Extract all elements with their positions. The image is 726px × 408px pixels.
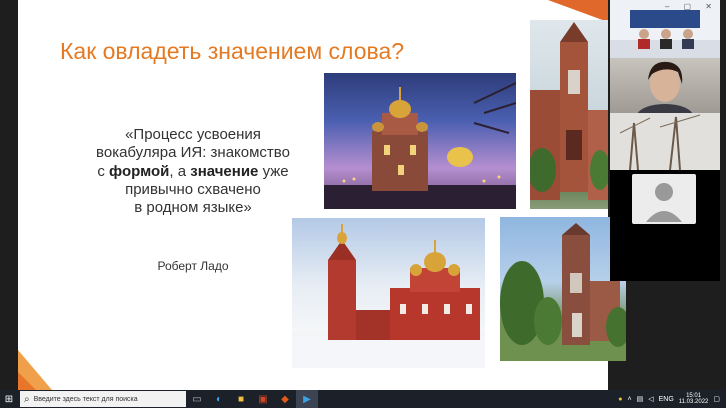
quote-bold-form: формой [109, 162, 170, 180]
taskbar-app-explorer[interactable]: ■ [230, 390, 252, 408]
taskbar-app-edge[interactable]: ◐ [208, 390, 230, 408]
photo-brick-church [530, 20, 608, 209]
quote-line-4: привычно схвачено [125, 180, 261, 198]
taskbar-app-orange[interactable]: ◆ [274, 390, 296, 408]
task-view-icon: ▭ [192, 393, 202, 405]
photo-church-dusk [324, 73, 516, 209]
clock-date: 11.03.2022 [678, 399, 709, 405]
participant-tile-conference-room[interactable]: – ▢ ✕ [610, 0, 720, 58]
slide-quote: «Процесс усвоения вокабуляра ИЯ: знакомс… [78, 126, 308, 217]
screen: Как овладеть значением слова? «Процесс у… [0, 0, 726, 408]
weather-icon[interactable]: ● [618, 396, 622, 403]
clock-time: 15:01 [686, 392, 702, 399]
quote-line-5: в родном языке» [134, 199, 252, 217]
windows-taskbar: ⊞ ⌕ Введите здесь текст для поиска ▭ ◐ ■… [0, 390, 726, 408]
quote-line-3-mid: , а [169, 162, 191, 180]
app-icon: ◆ [281, 393, 289, 405]
window-controls[interactable]: – ▢ ✕ [665, 2, 718, 11]
photo-church-trees [500, 217, 626, 361]
slide-decoration-top [548, 0, 608, 22]
quote-line-1: «Процесс усвоения [125, 126, 261, 143]
quote-line-2: вокабуляра ИЯ: знакомство [96, 144, 290, 162]
room-background-video [610, 113, 720, 170]
clock[interactable]: 15:01 11.03.2022 [679, 393, 709, 406]
church-winter-illustration [292, 224, 485, 368]
edge-icon: ◐ [215, 393, 223, 405]
taskbar-search-box[interactable]: ⌕ Введите здесь текст для поиска [20, 391, 186, 407]
speaker-video [637, 61, 693, 113]
start-button[interactable]: ⊞ [0, 390, 18, 408]
search-placeholder: Введите здесь текст для поиска [33, 395, 138, 403]
powerpoint-icon: ▣ [258, 393, 268, 405]
church-trees-illustration [500, 223, 626, 361]
participant-tile-no-video[interactable] [610, 170, 720, 227]
chevron-up-icon[interactable]: ˄ [628, 396, 632, 403]
participant-tile-speaker[interactable] [610, 58, 720, 113]
slide-title: Как овладеть значением слова? [60, 38, 405, 64]
network-icon[interactable]: ▤ [637, 395, 644, 403]
quote-author: Роберт Ладо [157, 259, 229, 273]
slide-decoration-bottom-inner [18, 372, 36, 390]
volume-icon[interactable]: ◁ [648, 395, 653, 403]
task-view-button[interactable]: ▭ [186, 390, 208, 408]
church-dusk-illustration [324, 82, 516, 209]
photo-church-winter [292, 218, 485, 368]
quote-line-3-pre: с [97, 162, 110, 180]
windows-logo-icon: ⊞ [4, 393, 14, 405]
search-icon: ⌕ [24, 393, 30, 405]
avatar [632, 174, 696, 224]
taskbar-app-conference[interactable]: ▶ [296, 390, 318, 408]
quote-line-3-post: уже [258, 162, 289, 180]
brick-church-illustration [530, 22, 608, 200]
video-conference-icon: ▶ [303, 393, 311, 405]
user-silhouette-icon [646, 183, 682, 222]
folder-icon: ■ [237, 393, 245, 405]
language-indicator[interactable]: ENG [659, 396, 674, 403]
quote-bold-meaning: значение [190, 162, 259, 180]
notifications-icon[interactable]: ▢ [713, 395, 720, 403]
participant-tile-blank[interactable] [610, 227, 720, 281]
system-tray: ● ˄ ▤ ◁ ENG 15:01 11.03.2022 ▢ [618, 393, 726, 406]
taskbar-app-powerpoint[interactable]: ▣ [252, 390, 274, 408]
participant-tile-empty-background[interactable] [610, 113, 720, 170]
